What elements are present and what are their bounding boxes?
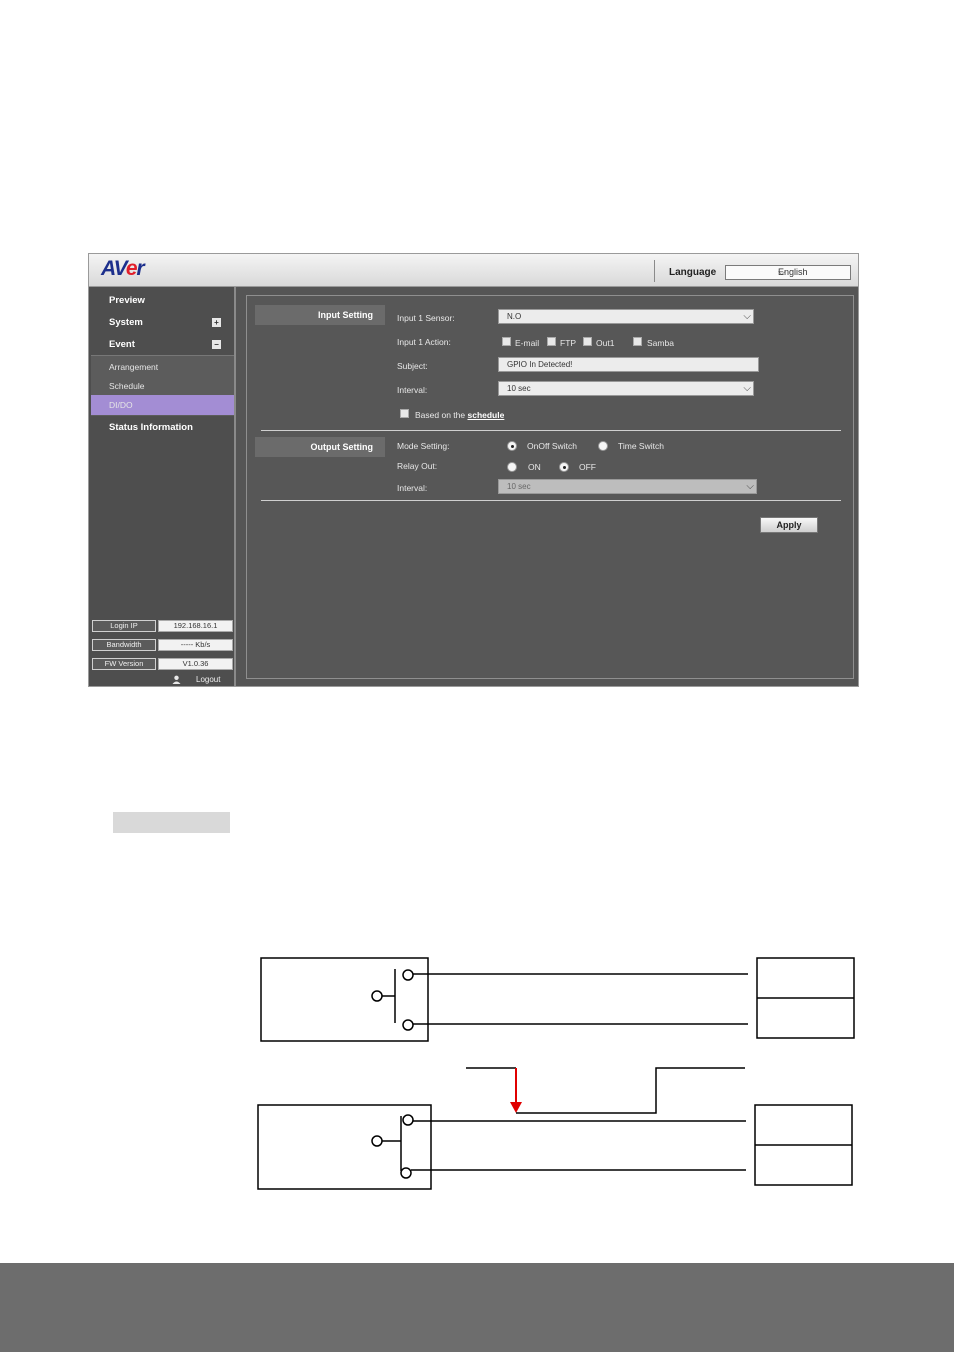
output-interval-select[interactable]: 10 sec ⌵ [498, 479, 757, 494]
plus-icon[interactable]: + [212, 318, 221, 327]
section-divider [261, 500, 841, 501]
input-interval-label: Interval: [397, 385, 428, 395]
time-switch-label: Time Switch [618, 441, 664, 451]
samba-checkbox[interactable] [633, 337, 642, 346]
pulse-waveform [516, 1067, 745, 1114]
section-divider [261, 430, 841, 431]
output-interval-value: 10 sec [507, 482, 531, 491]
login-ip-label: Login IP [92, 620, 156, 632]
time-switch-radio[interactable] [598, 441, 608, 451]
sidebar-item-preview[interactable]: Preview [109, 295, 145, 306]
mode-setting-label: Mode Setting: [397, 441, 450, 451]
relay-on-radio[interactable] [507, 462, 517, 472]
apply-button[interactable]: Apply [760, 517, 818, 533]
out1-option-label: Out1 [596, 338, 615, 348]
input-sensor-value: N.O [507, 312, 522, 321]
relay-on-label: ON [528, 462, 541, 472]
relay-contact-bottom-2 [400, 1167, 412, 1179]
relay-wiring-diagram [257, 957, 855, 1190]
login-ip-value: 192.168.16.1 [158, 620, 233, 632]
aver-logo: AVer [101, 257, 145, 280]
schedule-checkbox[interactable] [400, 409, 409, 418]
relay-contact-top-2 [402, 1019, 414, 1031]
input-sensor-select[interactable]: N.O ⌵ [498, 309, 754, 324]
page-footer-band [0, 1263, 954, 1352]
bandwidth-row: Bandwidth ----- Kb/s [92, 639, 234, 651]
subject-input[interactable]: GPIO In Detected! [498, 357, 759, 372]
out1-checkbox[interactable] [583, 337, 592, 346]
chevron-down-icon: ⌵ [778, 267, 786, 278]
ftp-checkbox[interactable] [547, 337, 556, 346]
input-interval-select[interactable]: 10 sec ⌵ [498, 381, 754, 396]
sidebar-item-dido[interactable]: DI/DO [109, 400, 133, 410]
minus-icon[interactable]: − [212, 340, 221, 349]
top-bar: AVer Language English ⌵ [89, 254, 858, 287]
schedule-option: Based on the schedule [415, 410, 505, 420]
ftp-option-label: FTP [560, 338, 577, 348]
user-icon [172, 675, 181, 684]
onoff-switch-label: OnOff Switch [527, 441, 577, 451]
input-action-label: Input 1 Action: [397, 337, 451, 347]
sidebar-item-status-information[interactable]: Status Information [109, 422, 193, 433]
bandwidth-label: Bandwidth [92, 639, 156, 651]
output-setting-title: Output Setting [255, 437, 385, 457]
web-ui-screenshot: AVer Language English ⌵ Preview System +… [88, 253, 859, 687]
sidebar-item-event[interactable]: Event [109, 339, 135, 350]
fw-version-row: FW Version V1.0.36 [92, 658, 234, 670]
input-interval-value: 10 sec [507, 384, 531, 393]
relay-off-label: OFF [579, 462, 596, 472]
input-sensor-label: Input 1 Sensor: [397, 313, 455, 323]
relay-pivot-top [371, 990, 383, 1002]
fw-version-value: V1.0.36 [158, 658, 233, 670]
language-label: Language [669, 267, 717, 278]
schedule-link[interactable]: schedule [467, 410, 504, 420]
relay-off-radio[interactable] [559, 462, 569, 472]
login-ip-row: Login IP 192.168.16.1 [92, 620, 234, 632]
bandwidth-value: ----- Kb/s [158, 639, 233, 651]
chevron-down-icon: ⌵ [746, 481, 754, 492]
email-checkbox[interactable] [502, 337, 511, 346]
chevron-down-icon: ⌵ [743, 311, 751, 322]
input-setting-title: Input Setting [255, 305, 385, 325]
language-divider [654, 260, 655, 282]
samba-option-label: Samba [647, 338, 674, 348]
logout-link[interactable]: Logout [196, 675, 220, 684]
relay-pivot-bottom [371, 1135, 383, 1147]
sidebar-item-schedule[interactable]: Schedule [109, 381, 144, 391]
content-panel: Input Setting Input 1 Sensor: N.O ⌵ Inpu… [246, 295, 854, 679]
sidebar-item-arrangement[interactable]: Arrangement [109, 362, 158, 372]
red-arrowhead-icon [510, 1102, 522, 1113]
relay-contact-bottom-1 [402, 1114, 414, 1126]
language-select[interactable]: English ⌵ [725, 265, 851, 280]
onoff-switch-radio[interactable] [507, 441, 517, 451]
relay-contact-top-1 [402, 969, 414, 981]
sidebar: Preview System + Event − Arrangement Sch… [89, 287, 236, 686]
sidebar-item-system[interactable]: System [109, 317, 143, 328]
output-interval-label: Interval: [397, 483, 428, 493]
chevron-down-icon: ⌵ [743, 383, 751, 394]
email-option-label: E-mail [515, 338, 540, 348]
subject-label: Subject: [397, 361, 428, 371]
relay-box-top [260, 957, 429, 1042]
relay-out-label: Relay Out: [397, 461, 438, 471]
gray-label-bar [113, 812, 230, 833]
fw-version-label: FW Version [92, 658, 156, 670]
